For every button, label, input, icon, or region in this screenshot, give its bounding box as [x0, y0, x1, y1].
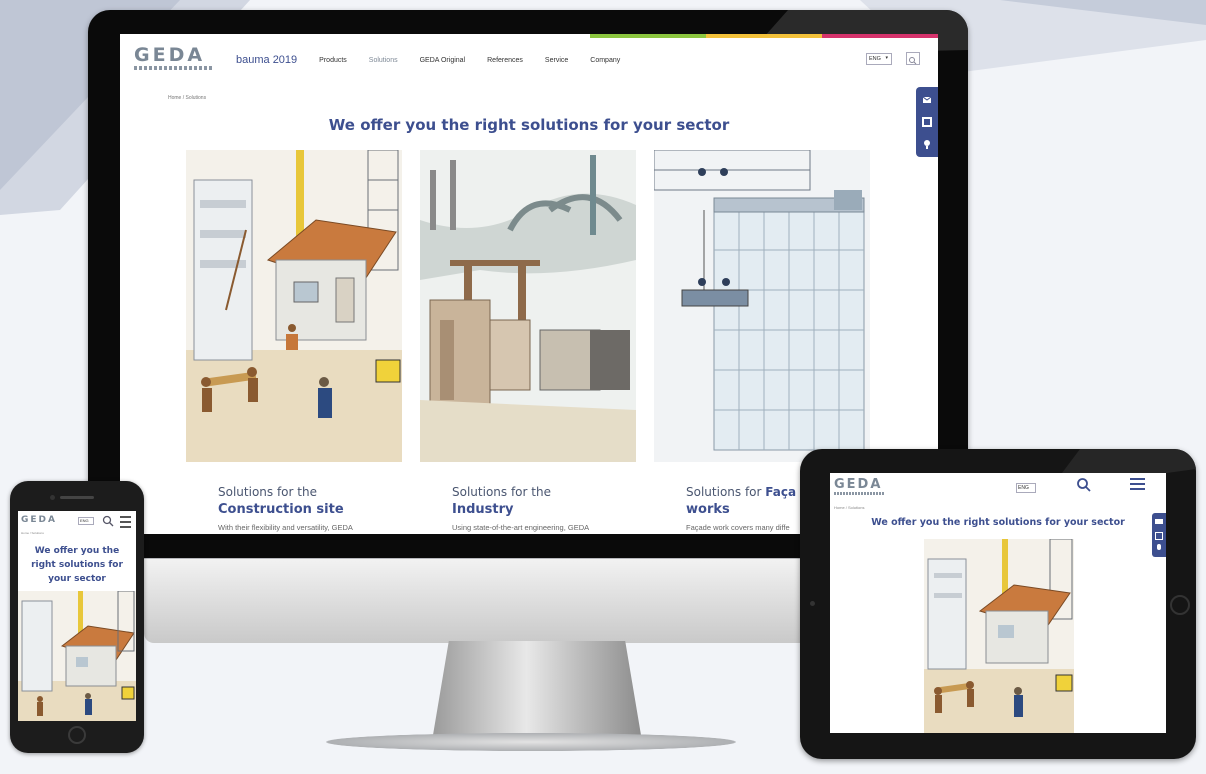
menu-icon[interactable] [120, 516, 131, 531]
lightbulb-icon[interactable] [922, 139, 932, 149]
card-title-prefix: Solutions for the [218, 485, 317, 499]
phone-home-button[interactable] [68, 726, 86, 744]
tablet: GEDA ENG Home / Solutions We offer you t… [800, 449, 1196, 759]
chevron-down-icon: ▾ [885, 55, 888, 61]
card-title-bold: works [686, 502, 730, 517]
industry-illustration [420, 150, 636, 462]
search-icon [909, 57, 917, 65]
card-title-prefix: Solutions for [686, 485, 762, 499]
lightbulb-icon[interactable] [1157, 544, 1161, 550]
smartphone: GEDA ENG Home / Solutions We offer you t… [10, 481, 144, 753]
phone-page-title: We offer you the right solutions for you… [31, 546, 123, 584]
language-select[interactable]: ENG ▾ [866, 53, 892, 65]
side-toolbar [916, 87, 938, 157]
tablet-home-button[interactable] [1170, 595, 1190, 615]
phone-camera [50, 495, 55, 500]
phone-language-select[interactable]: ENG [78, 517, 94, 525]
monitor-stand [432, 641, 642, 741]
tablet-construction-image[interactable] [924, 539, 1074, 733]
menu-icon[interactable] [1130, 478, 1145, 493]
tablet-language-select[interactable]: ENG [1016, 483, 1036, 493]
card-desc-construction: With their flexibility and versatility, … [218, 523, 353, 532]
document-icon[interactable] [1155, 532, 1163, 540]
card-desc-facade: Façade work covers many diffe [686, 523, 790, 532]
nav-item-references[interactable]: References [487, 57, 523, 64]
phone-construction-image[interactable] [18, 591, 136, 721]
industry-image[interactable] [420, 150, 636, 462]
tablet-side-toolbar [1152, 513, 1166, 557]
top-color-bar [590, 34, 938, 38]
card-title-prefix: Solutions for the [452, 485, 551, 499]
facade-works-image[interactable] [654, 150, 870, 462]
mail-icon[interactable] [922, 95, 932, 105]
card-title-bold: Construction site [218, 502, 344, 517]
mail-icon[interactable] [1155, 519, 1163, 524]
phone-screen: GEDA ENG Home / Solutions We offer you t… [18, 511, 136, 721]
language-value: ENG [869, 56, 881, 62]
main-nav: bauma 2019 Products Solutions GEDA Origi… [236, 54, 642, 66]
tablet-breadcrumb: Home / Solutions [834, 505, 865, 510]
nav-item-service[interactable]: Service [545, 57, 568, 64]
search-icon[interactable] [1076, 477, 1092, 493]
phone-breadcrumb: Home / Solutions [21, 531, 44, 535]
construction-illustration [186, 150, 402, 462]
phone-language-value: ENG [80, 518, 89, 523]
tablet-logo[interactable]: GEDA [834, 477, 882, 492]
card-desc-industry: Using state-of-the-art engineering, GEDA [452, 523, 590, 532]
search-button[interactable] [906, 52, 920, 65]
construction-site-image[interactable] [186, 150, 402, 462]
nav-item-geda-original[interactable]: GEDA Original [420, 57, 466, 64]
tablet-screen: GEDA ENG Home / Solutions We offer you t… [830, 473, 1166, 733]
breadcrumb: Home / Solutions [168, 95, 207, 101]
card-title-bold: Industry [452, 502, 514, 517]
document-icon[interactable] [922, 117, 932, 127]
phone-logo[interactable]: GEDA [21, 515, 57, 525]
tablet-camera [810, 601, 815, 606]
card-title-facade[interactable]: Solutions for Faça works [686, 483, 796, 519]
card-title-industry[interactable]: Solutions for the Industry [452, 483, 551, 519]
tablet-logo-stripe [834, 492, 884, 495]
card-title-bold-inline: Faça [765, 485, 797, 499]
nav-item-company[interactable]: Company [590, 57, 620, 64]
phone-speaker [60, 496, 94, 499]
nav-item-bauma[interactable]: bauma 2019 [236, 54, 297, 66]
search-icon[interactable] [102, 515, 114, 527]
nav-item-solutions[interactable]: Solutions [369, 57, 398, 64]
monitor-stand-base [326, 733, 736, 751]
nav-item-products[interactable]: Products [319, 57, 347, 64]
page-title: We offer you the right solutions for you… [328, 116, 730, 134]
geda-logo[interactable]: GEDA [134, 46, 214, 70]
facade-illustration [654, 150, 870, 462]
logo-text: GEDA [134, 44, 206, 66]
tablet-page-title: We offer you the right solutions for you… [871, 517, 1125, 528]
logo-stripe [134, 66, 212, 70]
tablet-language-value: ENG [1018, 485, 1029, 491]
card-title-construction[interactable]: Solutions for the Construction site [218, 483, 344, 519]
